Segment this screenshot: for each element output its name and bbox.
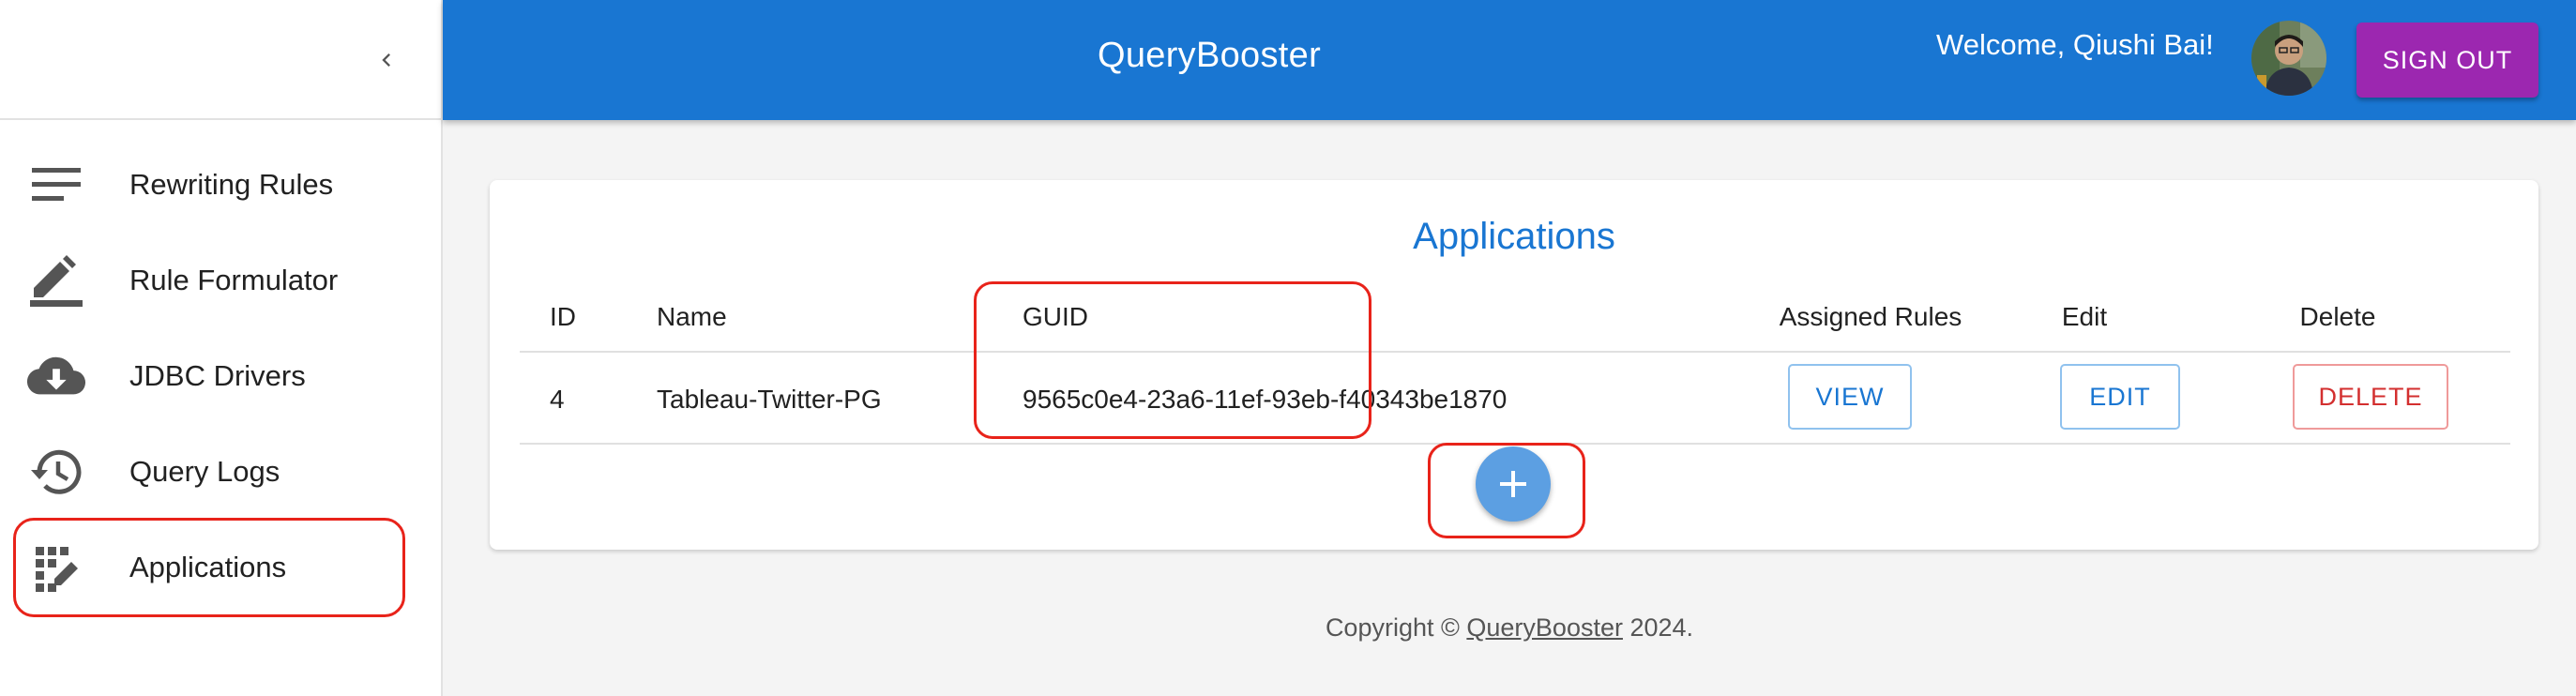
chevron-left-icon[interactable]	[364, 38, 409, 83]
avatar[interactable]	[2251, 21, 2326, 96]
applications-card: Applications ID Name GUID Assigned Rules…	[490, 180, 2538, 550]
sidebar-nav: Rewriting Rules Rule Formulator JDBC Dri…	[0, 137, 441, 615]
sidebar-item-label: Rule Formulator	[129, 264, 339, 296]
footer-suffix: 2024.	[1622, 613, 1694, 642]
column-header-id: ID	[550, 302, 576, 331]
sidebar-item-query-logs[interactable]: Query Logs	[0, 424, 441, 520]
sidebar-item-label: JDBC Drivers	[129, 359, 306, 392]
table-row-divider	[520, 443, 2510, 445]
sidebar-item-rewriting-rules[interactable]: Rewriting Rules	[0, 137, 441, 233]
list-icon	[26, 160, 86, 209]
app-bar: QueryBooster Welcome, Qiushi Bai! SIGN O…	[443, 0, 2576, 120]
table-header-divider	[520, 351, 2510, 353]
column-header-guid: GUID	[1023, 302, 1088, 331]
footer-prefix: Copyright ©	[1325, 613, 1467, 642]
app-title: QueryBooster	[1098, 36, 1322, 75]
sidebar-item-applications[interactable]: Applications	[0, 520, 441, 615]
sidebar-item-label: Rewriting Rules	[129, 168, 334, 201]
cell-id: 4	[550, 385, 565, 414]
edit-application-button[interactable]: EDIT	[2060, 364, 2180, 430]
sidebar-item-rule-formulator[interactable]: Rule Formulator	[0, 233, 441, 328]
cell-guid: 9565c0e4-23a6-11ef-93eb-f40343be1870	[1023, 385, 1508, 414]
sign-out-button[interactable]: SIGN OUT	[2356, 23, 2538, 98]
plus-icon	[1500, 471, 1526, 497]
column-header-assigned-rules: Assigned Rules	[1779, 302, 1962, 331]
welcome-message: Welcome, Qiushi Bai!	[1936, 28, 2214, 61]
view-rules-button[interactable]: VIEW	[1788, 364, 1912, 430]
cell-name: Tableau-Twitter-PG	[657, 385, 882, 414]
column-header-edit: Edit	[2061, 302, 2108, 331]
sidebar-header	[0, 0, 441, 120]
column-header-delete: Delete	[2299, 302, 2376, 331]
footer: Copyright © QueryBooster 2024.	[443, 613, 2576, 643]
column-header-name: Name	[657, 302, 727, 331]
sidebar: Rewriting Rules Rule Formulator JDBC Dri…	[0, 0, 443, 696]
cloud-download-icon	[26, 352, 86, 401]
card-title: Applications	[1413, 216, 1615, 257]
sidebar-item-jdbc-drivers[interactable]: JDBC Drivers	[0, 328, 441, 424]
history-icon	[26, 447, 86, 496]
add-application-button[interactable]	[1476, 446, 1551, 522]
sidebar-item-label: Applications	[129, 551, 287, 583]
sidebar-item-label: Query Logs	[129, 455, 280, 488]
delete-application-button[interactable]: DELETE	[2293, 364, 2448, 430]
footer-link[interactable]: QueryBooster	[1466, 613, 1623, 642]
app-registration-icon	[26, 543, 86, 592]
edit-pen-icon	[26, 255, 86, 307]
